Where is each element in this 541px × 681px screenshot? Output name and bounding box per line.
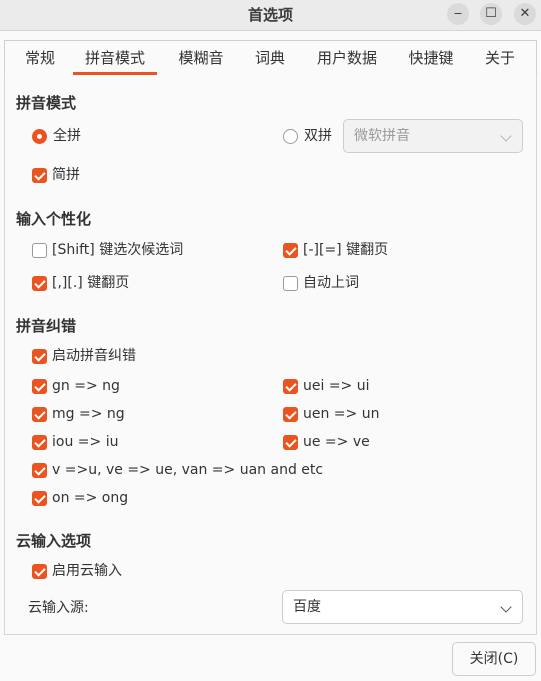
- tab-bar: 常规 拼音模式 模糊音 词典 用户数据 快捷键 关于: [4, 40, 537, 76]
- checkbox-checked-icon: [283, 378, 298, 394]
- close-button[interactable]: 关闭(C): [452, 642, 536, 676]
- section-correction: 拼音纠错: [16, 317, 77, 335]
- cloud-source-label: 云输入源:: [28, 600, 89, 616]
- uen-label: uen => un: [303, 406, 380, 422]
- uei-label: uei => ui: [303, 378, 370, 394]
- tab-about[interactable]: 关于: [475, 41, 525, 75]
- enable-correction-label: 启动拼音纠错: [52, 348, 136, 364]
- ue-checkbox[interactable]: ue => ve: [283, 431, 370, 453]
- tab-general[interactable]: 常规: [15, 41, 65, 75]
- ue-label: ue => ve: [303, 434, 370, 450]
- checkbox-checked-icon: [32, 167, 47, 183]
- on-label: on => ong: [52, 490, 129, 506]
- auto-commit-checkbox[interactable]: 自动上词: [283, 272, 359, 294]
- checkbox-checked-icon: [32, 406, 47, 422]
- mg-label: mg => ng: [52, 406, 125, 422]
- v-label: v =>u, ve => ue, van => uan and etc: [52, 462, 324, 478]
- checkbox-checked-icon: [283, 434, 298, 450]
- checkbox-checked-icon: [283, 242, 298, 258]
- radio-unselected-icon: [283, 128, 298, 144]
- radio-selected-icon: [32, 128, 47, 144]
- minus-equal-page-checkbox[interactable]: [-][=] 键翻页: [283, 239, 388, 261]
- checkbox-checked-icon: [283, 406, 298, 422]
- double-pinyin-radio[interactable]: 双拼: [283, 125, 332, 147]
- checkbox-checked-icon: [32, 348, 47, 364]
- checkbox-unchecked-icon: [32, 242, 47, 258]
- chevron-down-icon: [500, 130, 512, 142]
- enable-correction-checkbox[interactable]: 启动拼音纠错: [32, 345, 136, 367]
- shift-select-label: [Shift] 键选次候选词: [52, 242, 184, 258]
- chevron-down-icon: [500, 601, 512, 613]
- checkbox-checked-icon: [32, 275, 47, 291]
- cloud-source-value: 百度: [293, 599, 321, 615]
- title-bar: 首选项 ‒ ☐ ✕: [0, 0, 541, 31]
- section-pinyin-mode: 拼音模式: [16, 94, 77, 112]
- scheme-value: 微软拼音: [354, 128, 410, 144]
- checkbox-checked-icon: [32, 434, 47, 450]
- full-pinyin-radio[interactable]: 全拼: [32, 125, 81, 147]
- section-cloud: 云输入选项: [16, 532, 92, 550]
- tab-fuzzy[interactable]: 模糊音: [169, 41, 233, 75]
- jianpin-label: 简拼: [52, 167, 80, 183]
- comma-period-page-label: [,][.] 键翻页: [52, 275, 130, 291]
- shift-select-checkbox[interactable]: [Shift] 键选次候选词: [32, 239, 183, 261]
- mg-checkbox[interactable]: mg => ng: [32, 403, 125, 425]
- tab-user-data[interactable]: 用户数据: [307, 41, 387, 75]
- maximize-icon[interactable]: ☐: [480, 3, 502, 25]
- enable-cloud-label: 启用云输入: [52, 563, 122, 579]
- double-pinyin-scheme-select[interactable]: 微软拼音: [343, 119, 523, 153]
- uei-checkbox[interactable]: uei => ui: [283, 375, 370, 397]
- uen-checkbox[interactable]: uen => un: [283, 403, 379, 425]
- tab-shortcuts[interactable]: 快捷键: [399, 41, 463, 75]
- checkbox-unchecked-icon: [283, 275, 298, 291]
- comma-period-page-checkbox[interactable]: [,][.] 键翻页: [32, 272, 129, 294]
- checkbox-checked-icon: [32, 462, 47, 478]
- checkbox-checked-icon: [32, 378, 47, 394]
- minimize-icon[interactable]: ‒: [447, 3, 469, 25]
- minus-equal-page-label: [-][=] 键翻页: [303, 242, 389, 258]
- tab-dictionary[interactable]: 词典: [245, 41, 295, 75]
- checkbox-checked-icon: [32, 563, 47, 579]
- v-checkbox[interactable]: v =>u, ve => ue, van => uan and etc: [32, 459, 323, 481]
- section-personalize: 输入个性化: [16, 210, 92, 228]
- auto-commit-label: 自动上词: [303, 275, 359, 291]
- double-pinyin-label: 双拼: [304, 128, 332, 144]
- gn-label: gn => ng: [52, 378, 120, 394]
- tab-pinyin-mode[interactable]: 拼音模式: [73, 41, 157, 75]
- on-checkbox[interactable]: on => ong: [32, 487, 128, 509]
- full-pinyin-label: 全拼: [53, 128, 81, 144]
- cloud-source-select[interactable]: 百度: [282, 590, 523, 624]
- enable-cloud-checkbox[interactable]: 启用云输入: [32, 560, 122, 582]
- iou-checkbox[interactable]: iou => iu: [32, 431, 118, 453]
- jianpin-checkbox[interactable]: 简拼: [32, 164, 80, 186]
- close-icon[interactable]: ✕: [514, 3, 536, 25]
- checkbox-checked-icon: [32, 490, 47, 506]
- iou-label: iou => iu: [52, 434, 119, 450]
- gn-checkbox[interactable]: gn => ng: [32, 375, 120, 397]
